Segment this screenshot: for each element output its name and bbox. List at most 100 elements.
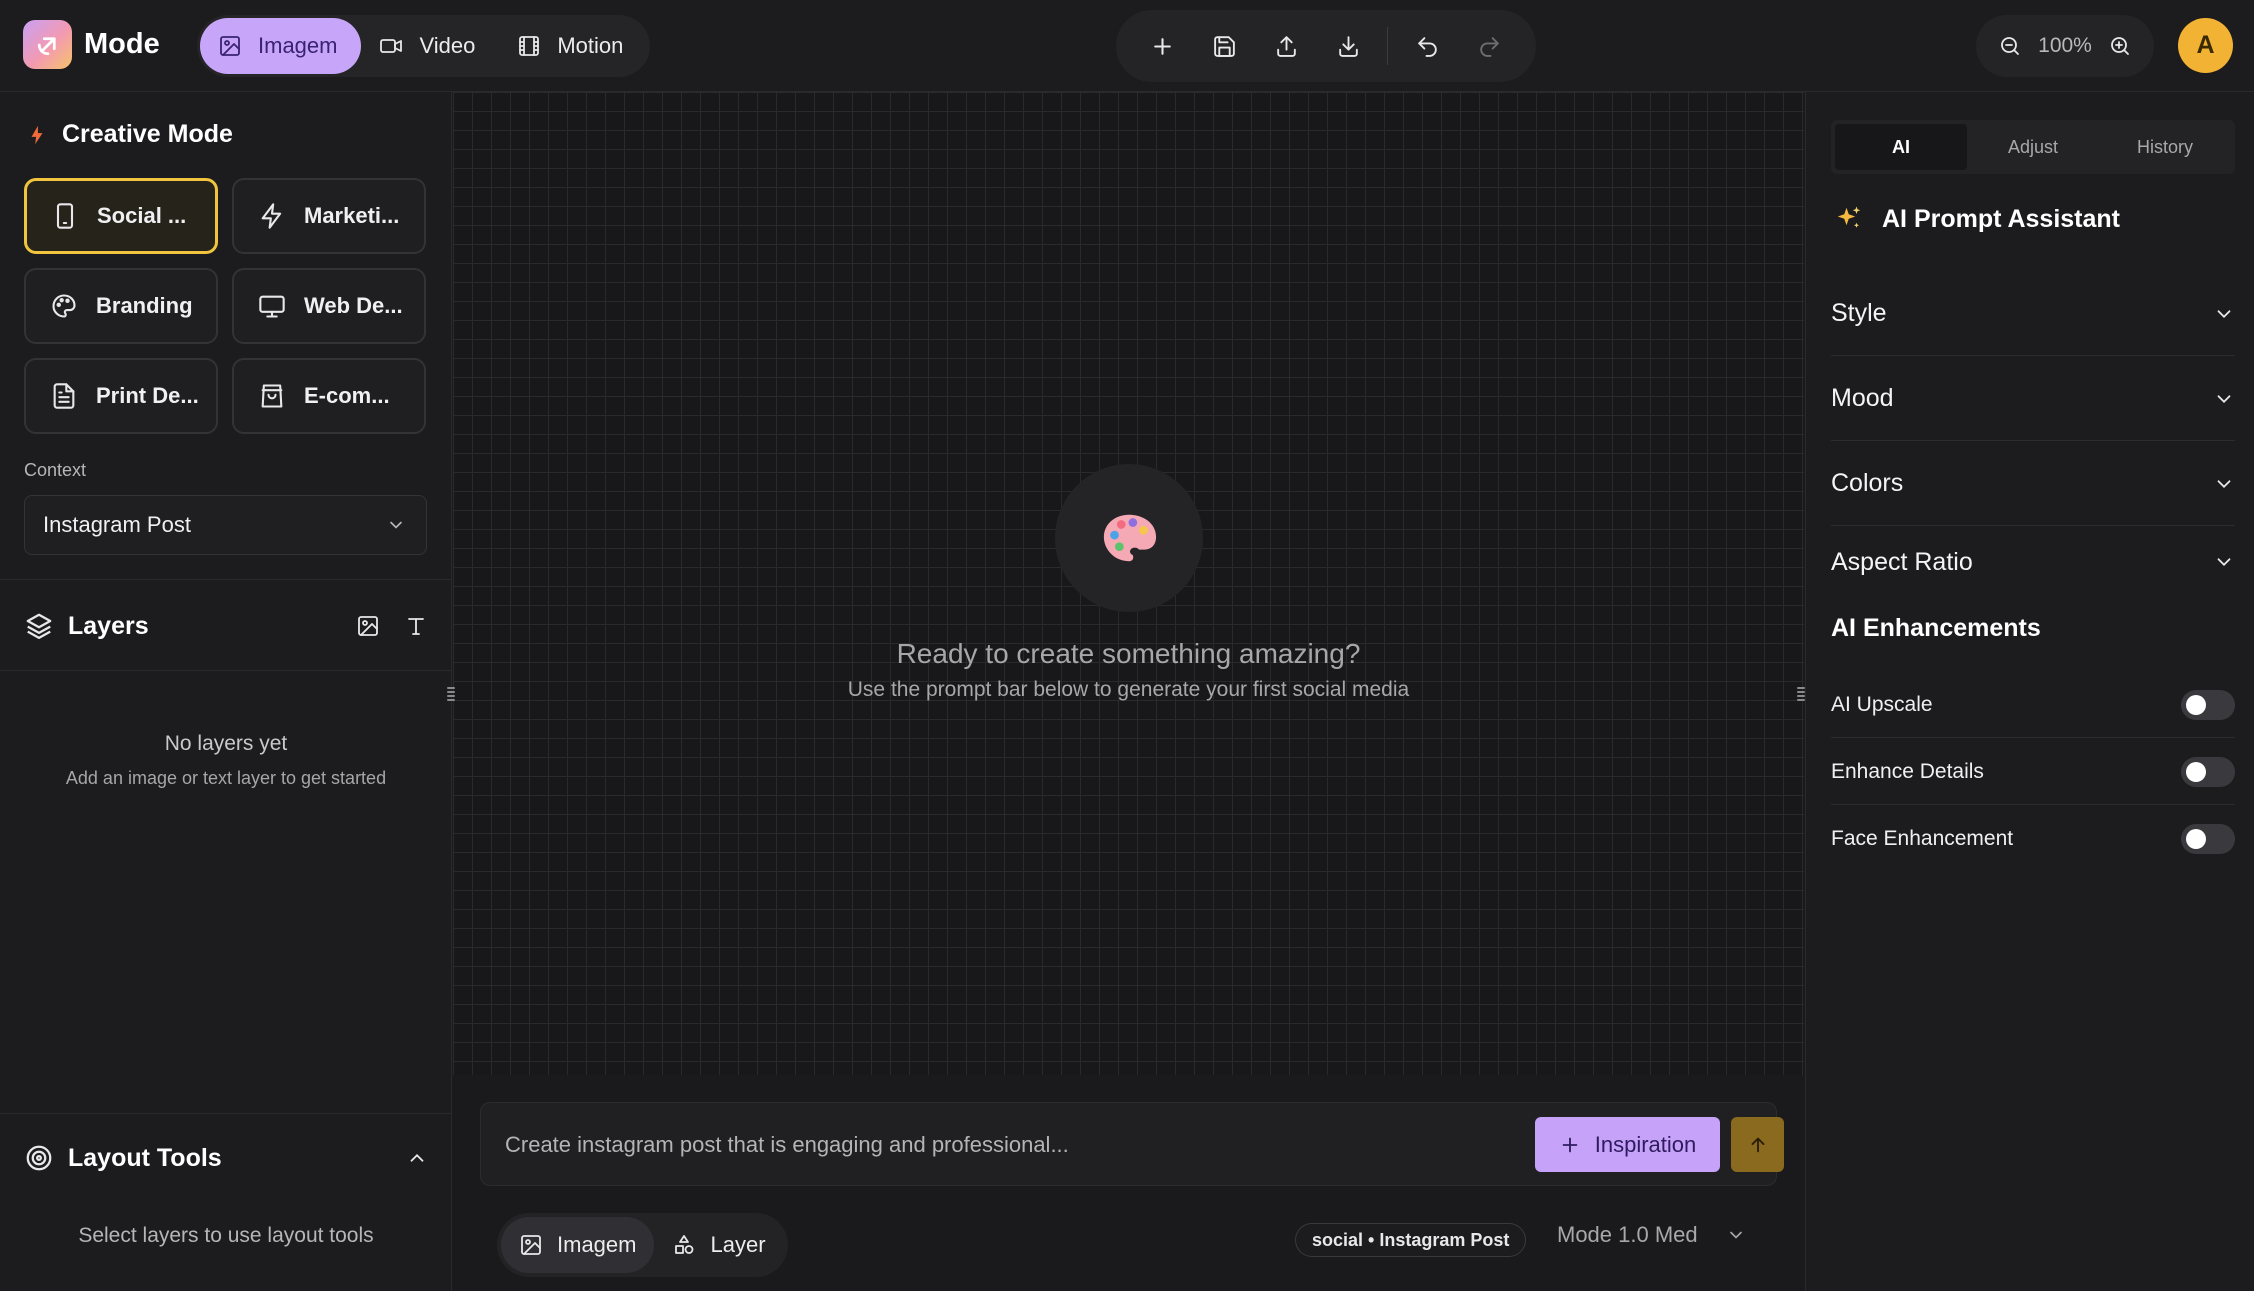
mode-card-web-design[interactable]: Web De...	[232, 268, 426, 344]
left-sidebar: Creative Mode Social ... Marketi... Bran…	[0, 92, 452, 1291]
enhance-details-toggle[interactable]	[2181, 756, 2235, 787]
mode-tabs: Imagem Video Motion	[197, 15, 651, 77]
sparkles-icon	[1834, 204, 1864, 234]
mode-card-print-design[interactable]: Print De...	[24, 358, 218, 434]
mode-card-label: Branding	[96, 293, 193, 318]
ai-upscale-toggle[interactable]	[2181, 689, 2235, 720]
upload-button[interactable]	[1256, 16, 1318, 76]
add-image-layer-icon[interactable]	[356, 614, 380, 638]
mode-card-ecommerce[interactable]: E-com...	[232, 358, 426, 434]
mode-card-social[interactable]: Social ...	[24, 178, 218, 254]
ai-enhancements-title: AI Enhancements	[1831, 614, 2041, 642]
mode-card-label: Marketi...	[304, 203, 400, 228]
save-button[interactable]	[1194, 16, 1256, 76]
canvas-empty-state: Ready to create something amazing? Use t…	[453, 464, 1804, 702]
add-text-layer-icon[interactable]	[404, 614, 428, 638]
prompt-area: Inspiration Imagem Layer social • Instag…	[453, 1075, 1804, 1291]
accordion-style[interactable]: Style	[1831, 272, 2235, 356]
chevron-down-icon	[2213, 388, 2235, 410]
redo-button[interactable]	[1458, 16, 1520, 76]
chevron-down-icon	[2213, 303, 2235, 325]
toggle-label: AI Upscale	[1831, 692, 1933, 716]
shapes-icon	[672, 1233, 696, 1257]
layers-icon	[24, 611, 54, 641]
toggle-row-face-enhancement: Face Enhancement	[1831, 806, 2235, 872]
target-icon	[24, 1143, 54, 1173]
prompt-tab-label: Imagem	[557, 1232, 637, 1257]
context-select[interactable]: Instagram Post	[24, 495, 427, 555]
download-icon	[1336, 34, 1361, 59]
upload-icon	[1274, 34, 1299, 59]
chevron-down-icon	[2213, 473, 2235, 495]
tab-adjust[interactable]: Adjust	[1967, 124, 2099, 170]
accordion-mood[interactable]: Mood	[1831, 357, 2235, 441]
plus-icon	[1150, 34, 1175, 59]
ai-prompt-assistant-header: AI Prompt Assistant	[1834, 204, 2120, 234]
tab-video[interactable]: Video	[361, 18, 499, 74]
mode-card-branding[interactable]: Branding	[24, 268, 218, 344]
toggle-row-enhance-details: Enhance Details	[1831, 739, 2235, 805]
accordion-label: Style	[1831, 299, 1887, 327]
toggle-label: Enhance Details	[1831, 759, 1984, 783]
zoom-control: 100%	[1976, 15, 2154, 77]
accordion-aspect-ratio[interactable]: Aspect Ratio	[1831, 527, 2235, 597]
flame-icon	[26, 122, 48, 148]
video-icon	[379, 34, 403, 58]
creative-mode-title: Creative Mode	[62, 120, 233, 148]
right-panel: AI Adjust History AI Prompt Assistant St…	[1805, 92, 2254, 1291]
logo-icon	[23, 20, 72, 69]
mode-card-marketing[interactable]: Marketi...	[232, 178, 426, 254]
canvas-toolbar	[1116, 10, 1536, 82]
smartphone-icon	[51, 202, 79, 230]
image-icon	[519, 1233, 543, 1257]
context-value: Instagram Post	[43, 512, 191, 537]
inspiration-label: Inspiration	[1594, 1131, 1697, 1157]
layers-empty-subtitle: Add an image or text layer to get starte…	[65, 768, 387, 788]
accordion-label: Mood	[1831, 384, 1894, 412]
add-button[interactable]	[1132, 16, 1194, 76]
mode-card-label: Print De...	[96, 383, 199, 408]
layout-tools-header[interactable]: Layout Tools	[24, 1138, 428, 1178]
layout-tools-title: Layout Tools	[68, 1143, 222, 1172]
prompt-tab-label: Layer	[710, 1232, 766, 1257]
prompt-input[interactable]	[505, 1121, 1465, 1169]
avatar[interactable]: A	[2178, 18, 2233, 73]
right-panel-tabs: AI Adjust History	[1831, 120, 2235, 174]
model-select[interactable]: Mode 1.0 Med	[1557, 1222, 1746, 1248]
model-value: Mode 1.0 Med	[1557, 1222, 1698, 1247]
ai-prompt-assistant-title: AI Prompt Assistant	[1882, 204, 2121, 233]
canvas[interactable]: Ready to create something amazing? Use t…	[447, 92, 1805, 1075]
chevron-up-icon[interactable]	[406, 1147, 428, 1169]
download-button[interactable]	[1318, 16, 1380, 76]
layout-tools-hint: Select layers to use layout tools	[78, 1224, 374, 1247]
accordion-colors[interactable]: Colors	[1831, 442, 2235, 526]
undo-icon	[1415, 34, 1440, 59]
app-logo[interactable]: Mode	[23, 20, 160, 69]
creative-mode-header: Creative Mode	[26, 120, 233, 149]
send-button[interactable]	[1731, 1117, 1784, 1172]
prompt-tab-layer[interactable]: Layer	[654, 1217, 783, 1273]
bolt-icon	[258, 202, 286, 230]
tab-history[interactable]: History	[2099, 124, 2231, 170]
accordion-label: Aspect Ratio	[1831, 547, 1973, 576]
canvas-empty-title: Ready to create something amazing?	[896, 638, 1361, 669]
tab-imagem[interactable]: Imagem	[200, 18, 362, 74]
prompt-mode-tabs: Imagem Layer	[497, 1213, 788, 1277]
inspiration-button[interactable]: Inspiration	[1535, 1117, 1720, 1172]
image-icon	[218, 34, 242, 58]
plus-icon	[1559, 1134, 1581, 1156]
prompt-tab-imagem[interactable]: Imagem	[501, 1217, 655, 1273]
shopping-bag-icon	[258, 382, 286, 410]
face-enhancement-toggle[interactable]	[2181, 824, 2235, 854]
tab-motion[interactable]: Motion	[499, 18, 647, 74]
zoom-out-icon[interactable]	[1998, 34, 2022, 58]
palette-icon	[50, 292, 78, 320]
toggle-label: Face Enhancement	[1831, 827, 2014, 850]
chevron-down-icon	[1726, 1225, 1746, 1245]
prompt-box: Inspiration	[480, 1102, 1784, 1186]
context-status-badge: social • Instagram Post	[1295, 1223, 1527, 1257]
undo-button[interactable]	[1396, 16, 1458, 76]
tab-ai[interactable]: AI	[1835, 124, 1967, 170]
zoom-in-icon[interactable]	[2108, 34, 2132, 58]
chevron-down-icon	[2213, 551, 2235, 573]
